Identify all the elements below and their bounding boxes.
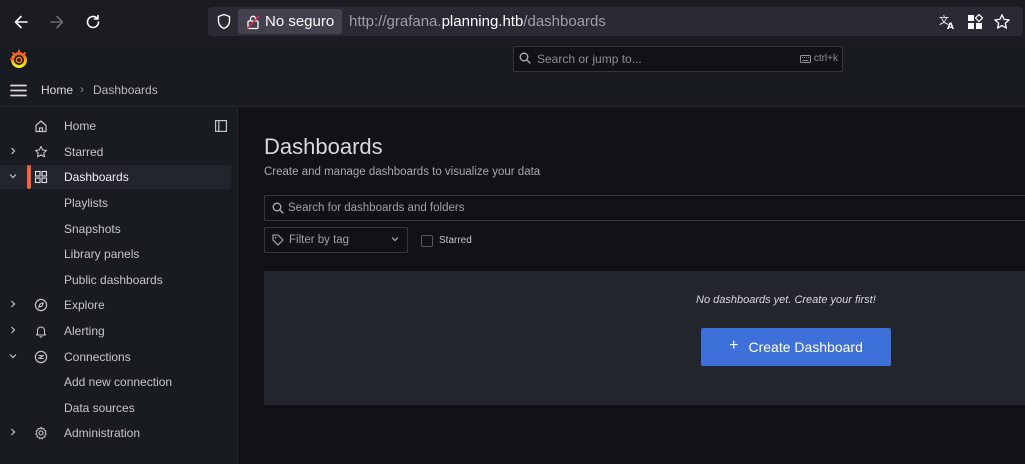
sidebar-item-label: Playlists bbox=[64, 196, 109, 210]
sidebar-item-label: Add new connection bbox=[64, 375, 173, 389]
breadcrumb-home[interactable]: Home bbox=[41, 83, 73, 97]
sidebar-item-explore[interactable]: Explore bbox=[0, 293, 231, 317]
grafana-logo-icon bbox=[10, 49, 27, 68]
chevron-right-icon[interactable] bbox=[8, 325, 18, 335]
sidebar-item-label: Dashboards bbox=[64, 170, 129, 184]
sidebar-item-public-dashboards[interactable]: Public dashboards bbox=[0, 268, 231, 292]
shortcut-hint: ctrl+k bbox=[799, 53, 838, 64]
search-icon bbox=[272, 202, 284, 214]
browser-toolbar: No seguro http://grafana.planning.htb/da… bbox=[0, 0, 1025, 43]
page-subtitle: Create and manage dashboards to visualiz… bbox=[264, 166, 541, 178]
arrow-left-icon bbox=[14, 15, 28, 29]
url-host: planning.htb bbox=[441, 13, 524, 30]
main-content: Dashboards Create and manage dashboards … bbox=[238, 107, 1025, 464]
shortcut-text: ctrl+k bbox=[813, 53, 838, 64]
sidebar-item-playlists[interactable]: Playlists bbox=[0, 191, 231, 215]
sidebar-item-label: Starred bbox=[64, 145, 104, 159]
create-dashboard-label: Create Dashboard bbox=[748, 339, 863, 355]
star-bookmark-icon bbox=[994, 14, 1010, 29]
star-icon bbox=[34, 145, 48, 158]
forward-button[interactable] bbox=[45, 10, 69, 34]
sidebar-item-data-sources[interactable]: Data sources bbox=[0, 396, 231, 420]
breadcrumb-bar: Home › Dashboards bbox=[0, 75, 1025, 107]
menu-toggle-button[interactable] bbox=[10, 84, 27, 102]
empty-state-panel: No dashboards yet. Create your first! + … bbox=[264, 271, 1025, 405]
apps-icon bbox=[34, 170, 48, 184]
chevron-right-icon[interactable] bbox=[8, 146, 18, 156]
sidebar-item-label: Snapshots bbox=[64, 222, 121, 236]
bell-icon bbox=[35, 326, 47, 338]
url-text[interactable]: http://grafana.planning.htb/dashboards bbox=[349, 13, 606, 30]
back-button[interactable] bbox=[9, 10, 33, 34]
sidebar-item-connections[interactable]: Connections bbox=[0, 345, 231, 369]
chevron-down-icon bbox=[391, 237, 399, 242]
sidebar-item-label: Library panels bbox=[64, 247, 140, 261]
reload-icon bbox=[86, 14, 100, 29]
chevron-down-icon[interactable] bbox=[8, 171, 18, 181]
chevron-right-icon[interactable] bbox=[8, 427, 18, 437]
tag-icon bbox=[272, 234, 284, 246]
link-icon bbox=[34, 350, 48, 364]
translate-icon: 文A bbox=[939, 14, 954, 31]
sidebar-item-snapshots[interactable]: Snapshots bbox=[0, 217, 231, 241]
sidebar-item-label: Administration bbox=[64, 426, 141, 440]
arrow-right-icon bbox=[50, 15, 64, 29]
sidebar-item-dashboards[interactable]: Dashboards bbox=[0, 165, 231, 189]
dashboard-search-placeholder: Search for dashboards and folders bbox=[288, 202, 465, 214]
extensions-button[interactable] bbox=[965, 12, 985, 32]
starred-checkbox[interactable] bbox=[421, 235, 433, 247]
search-or-jump-input[interactable]: Search or jump to... ctrl+k bbox=[513, 46, 843, 72]
url-prefix: http://grafana. bbox=[349, 13, 442, 30]
starred-checkbox-label[interactable]: Starred bbox=[439, 235, 472, 246]
empty-state-message: No dashboards yet. Create your first! bbox=[696, 294, 876, 306]
url-path: /dashboards bbox=[523, 13, 606, 30]
site-info-button[interactable]: No seguro bbox=[238, 9, 342, 34]
tag-filter-select[interactable]: Filter by tag bbox=[264, 227, 408, 253]
sidebar-item-starred[interactable]: Starred bbox=[0, 140, 231, 164]
sidebar-item-administration[interactable]: Administration bbox=[0, 421, 231, 445]
sidebar-nav: Home Starred Dashboards Playlists Snapsh… bbox=[0, 107, 238, 464]
chevron-down-icon[interactable] bbox=[8, 351, 18, 361]
sidebar-item-label: Connections bbox=[64, 350, 131, 364]
address-bar[interactable]: No seguro http://grafana.planning.htb/da… bbox=[208, 7, 1023, 36]
insecure-lock-icon bbox=[246, 14, 260, 30]
grafana-logo[interactable] bbox=[9, 49, 29, 74]
insecure-label: No seguro bbox=[265, 13, 335, 30]
svg-text:A: A bbox=[947, 22, 954, 31]
create-dashboard-button[interactable]: + Create Dashboard bbox=[701, 328, 891, 366]
breadcrumb-current: Dashboards bbox=[93, 83, 158, 97]
search-icon bbox=[519, 52, 531, 64]
search-placeholder: Search or jump to... bbox=[537, 52, 642, 66]
sidebar-item-home[interactable]: Home bbox=[0, 114, 231, 138]
translate-button[interactable]: 文A bbox=[937, 12, 957, 32]
active-indicator bbox=[27, 165, 31, 189]
shield-icon[interactable] bbox=[216, 13, 232, 30]
sidebar-item-library-panels[interactable]: Library panels bbox=[0, 242, 231, 266]
dashboard-search-input[interactable]: Search for dashboards and folders bbox=[264, 195, 1025, 221]
bookmark-button[interactable] bbox=[992, 12, 1012, 32]
page-title: Dashboards bbox=[264, 134, 383, 159]
plus-icon: + bbox=[729, 337, 739, 354]
grid-extensions-icon bbox=[968, 14, 983, 29]
sidebar-item-label: Public dashboards bbox=[64, 273, 163, 287]
sidebar-item-label: Explore bbox=[64, 298, 105, 312]
reload-button[interactable] bbox=[81, 10, 105, 34]
keyboard-icon bbox=[799, 54, 811, 63]
chevron-right-icon[interactable] bbox=[8, 299, 18, 309]
hamburger-menu-icon bbox=[10, 84, 27, 97]
sidebar-item-add-new-connection[interactable]: Add new connection bbox=[0, 370, 231, 394]
sidebar-item-label: Home bbox=[64, 119, 97, 133]
sidebar-item-label: Data sources bbox=[64, 401, 135, 415]
sidebar-item-label: Alerting bbox=[64, 324, 105, 338]
cog-icon bbox=[35, 426, 47, 440]
home-icon bbox=[35, 120, 47, 133]
grafana-topbar: Search or jump to... ctrl+k bbox=[0, 43, 1025, 75]
breadcrumb-separator: › bbox=[80, 82, 84, 96]
compass-icon bbox=[34, 298, 48, 312]
sidebar-item-alerting[interactable]: Alerting bbox=[0, 319, 231, 343]
tag-filter-placeholder: Filter by tag bbox=[289, 234, 350, 246]
